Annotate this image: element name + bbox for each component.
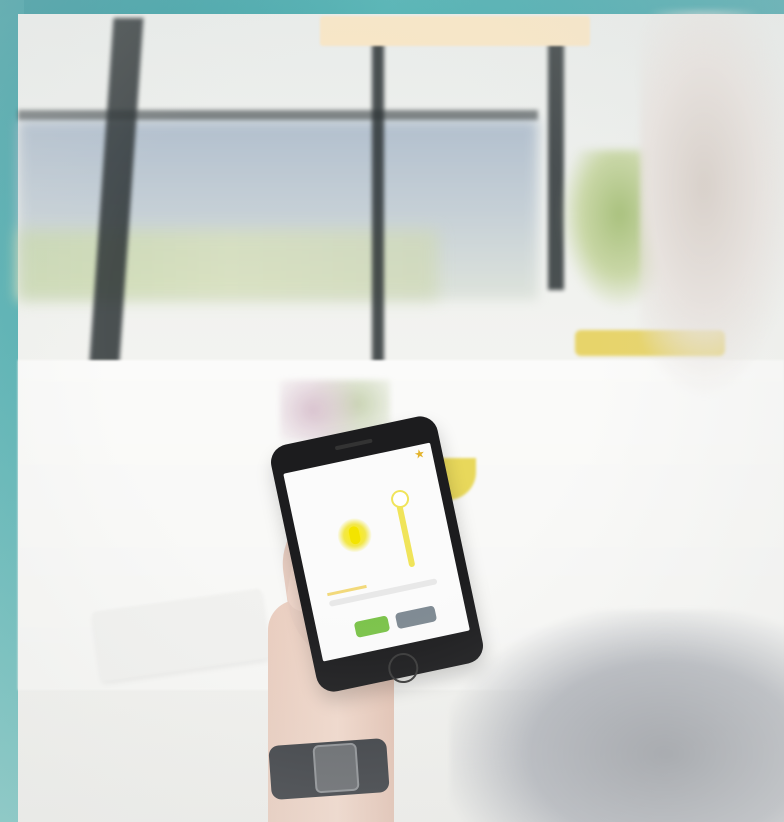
cancel-button[interactable] (394, 605, 438, 630)
photo-scene: ★ (0, 0, 784, 822)
setting-row (328, 578, 438, 607)
phone-speaker (334, 438, 373, 451)
ok-button[interactable] (353, 615, 391, 638)
star-icon[interactable]: ★ (413, 445, 430, 462)
window-frame-horizontal (18, 110, 538, 120)
app-title (312, 457, 402, 485)
wristwatch-case (312, 742, 360, 794)
phone-screen: ★ (283, 442, 470, 662)
brightness-slider-knob[interactable] (389, 488, 411, 510)
person-shoulder (450, 610, 784, 822)
person-head (640, 10, 784, 400)
hanging-lamp (320, 16, 590, 46)
